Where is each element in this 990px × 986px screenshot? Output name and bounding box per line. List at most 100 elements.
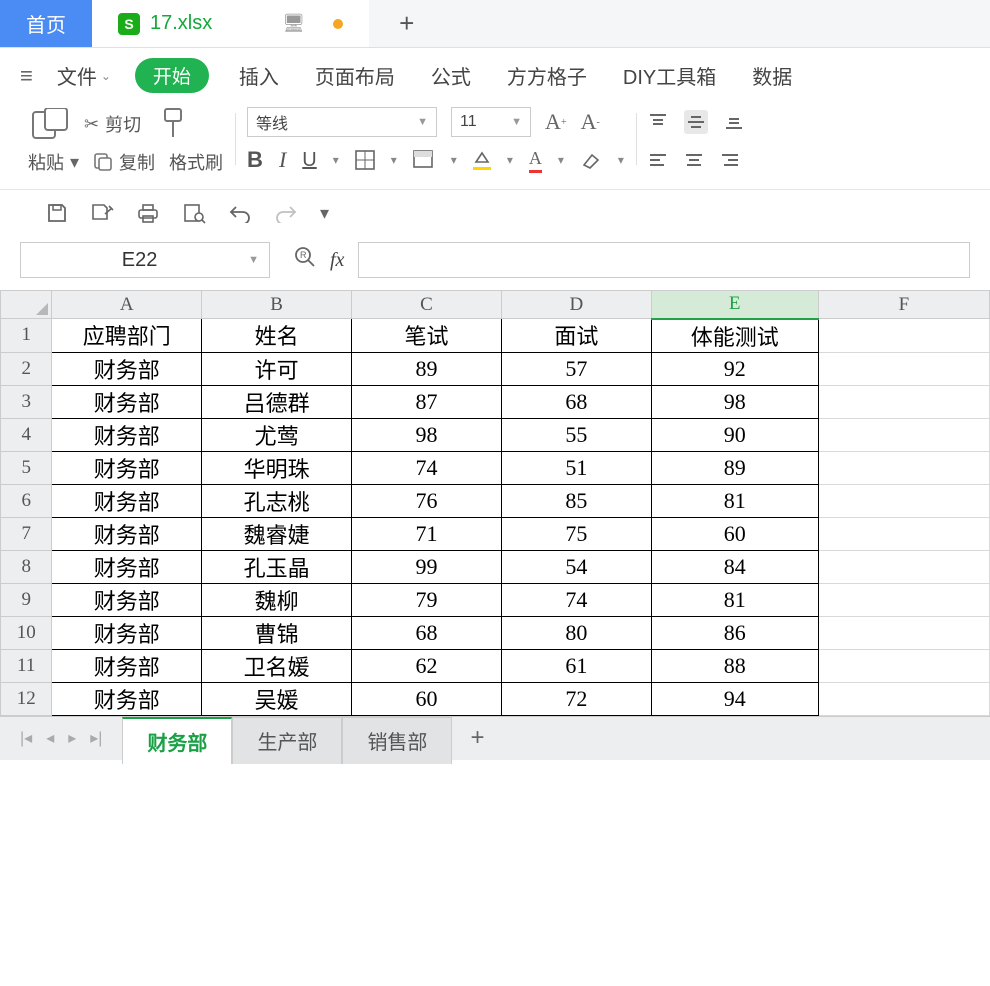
cell[interactable]: 应聘部门	[52, 319, 202, 353]
align-bottom-icon[interactable]	[724, 112, 744, 132]
cell[interactable]: 79	[352, 583, 502, 616]
qat-dropdown-icon[interactable]: ▾	[320, 203, 329, 224]
align-top-icon[interactable]	[648, 112, 668, 132]
cell[interactable]	[818, 616, 989, 649]
format-painter-icon[interactable]	[155, 107, 191, 141]
add-sheet-button[interactable]: +	[470, 724, 484, 752]
save-as-icon[interactable]	[90, 202, 114, 224]
cell[interactable]: 财务部	[52, 385, 202, 418]
decrease-font-icon[interactable]: A-	[581, 109, 600, 135]
print-preview-icon[interactable]	[182, 202, 206, 224]
chevron-down-icon[interactable]: ▾	[391, 153, 397, 167]
row-header[interactable]: 12	[1, 682, 52, 715]
cell[interactable]: 尤莺	[202, 418, 352, 451]
menu-file[interactable]: 文件 ⌄	[57, 61, 111, 90]
cell[interactable]: 60	[651, 517, 818, 550]
cell[interactable]: 85	[501, 484, 651, 517]
cell[interactable]: 88	[651, 649, 818, 682]
cell[interactable]: 55	[501, 418, 651, 451]
cell[interactable]: 68	[352, 616, 502, 649]
cell[interactable]	[818, 418, 989, 451]
cell[interactable]: 87	[352, 385, 502, 418]
increase-font-icon[interactable]: A+	[545, 109, 567, 135]
row-header[interactable]: 3	[1, 385, 52, 418]
formula-input[interactable]	[358, 242, 970, 278]
cell[interactable]	[818, 451, 989, 484]
cell[interactable]: 许可	[202, 352, 352, 385]
cell[interactable]: 财务部	[52, 418, 202, 451]
cell[interactable]	[818, 385, 989, 418]
cell[interactable]: 92	[651, 352, 818, 385]
format-painter-button[interactable]: 格式刷	[169, 149, 223, 175]
cell[interactable]: 68	[501, 385, 651, 418]
cell[interactable]: 51	[501, 451, 651, 484]
chevron-down-icon[interactable]: ▾	[507, 153, 513, 167]
menu-formula[interactable]: 公式	[425, 59, 477, 92]
cell[interactable]: 吴媛	[202, 682, 352, 715]
cell[interactable]	[818, 484, 989, 517]
column-header-B[interactable]: B	[202, 291, 352, 319]
name-box[interactable]: E22 ▼	[20, 242, 270, 278]
cell-style-icon[interactable]	[413, 150, 435, 170]
underline-button[interactable]: U	[302, 149, 316, 172]
cell[interactable]: 72	[501, 682, 651, 715]
menu-page-layout[interactable]: 页面布局	[309, 59, 401, 92]
save-icon[interactable]	[46, 202, 68, 224]
row-header[interactable]: 8	[1, 550, 52, 583]
search-icon[interactable]: R	[294, 246, 316, 274]
cell[interactable]: 面试	[501, 319, 651, 353]
cell[interactable]: 华明珠	[202, 451, 352, 484]
redo-icon[interactable]	[274, 203, 298, 223]
cell[interactable]: 71	[352, 517, 502, 550]
cell[interactable]	[818, 550, 989, 583]
cell[interactable]: 孔玉晶	[202, 550, 352, 583]
align-left-icon[interactable]	[648, 150, 668, 170]
bold-button[interactable]: B	[247, 147, 263, 173]
cell[interactable]: 62	[352, 649, 502, 682]
row-header[interactable]: 9	[1, 583, 52, 616]
column-header-A[interactable]: A	[52, 291, 202, 319]
cell[interactable]: 财务部	[52, 616, 202, 649]
cell[interactable]: 74	[352, 451, 502, 484]
row-header[interactable]: 10	[1, 616, 52, 649]
cell[interactable]: 98	[352, 418, 502, 451]
chevron-down-icon[interactable]: ▾	[333, 153, 339, 167]
sheet-tab[interactable]: 财务部	[122, 717, 232, 764]
menu-diy-toolbox[interactable]: DIY工具箱	[617, 59, 722, 92]
row-header[interactable]: 5	[1, 451, 52, 484]
cell[interactable]: 财务部	[52, 583, 202, 616]
row-header[interactable]: 4	[1, 418, 52, 451]
print-icon[interactable]	[136, 202, 160, 224]
cell[interactable]	[818, 352, 989, 385]
column-header-F[interactable]: F	[818, 291, 989, 319]
cell[interactable]: 姓名	[202, 319, 352, 353]
eraser-icon[interactable]	[580, 151, 602, 169]
select-all-corner[interactable]	[1, 291, 52, 319]
cell[interactable]: 体能测试	[651, 319, 818, 353]
font-name-combo[interactable]: 等线 ▼	[247, 107, 437, 137]
cell[interactable]	[818, 517, 989, 550]
cell[interactable]: 财务部	[52, 649, 202, 682]
cell[interactable]: 财务部	[52, 682, 202, 715]
cell[interactable]: 魏睿婕	[202, 517, 352, 550]
cell[interactable]: 80	[501, 616, 651, 649]
cut-button[interactable]: ✂ 剪切	[84, 111, 141, 137]
cell[interactable]: 吕德群	[202, 385, 352, 418]
fx-label[interactable]: fx	[330, 249, 344, 272]
cell[interactable]: 孔志桃	[202, 484, 352, 517]
row-header[interactable]: 2	[1, 352, 52, 385]
cell[interactable]	[818, 649, 989, 682]
cell[interactable]: 魏柳	[202, 583, 352, 616]
presentation-mode-icon[interactable]: 🖥	[282, 13, 305, 34]
menu-data[interactable]: 数据	[746, 59, 798, 92]
cell[interactable]: 84	[651, 550, 818, 583]
cell[interactable]: 86	[651, 616, 818, 649]
cell[interactable]: 笔试	[352, 319, 502, 353]
cell[interactable]: 61	[501, 649, 651, 682]
cell[interactable]: 57	[501, 352, 651, 385]
sheet-last-icon[interactable]: ▸|	[90, 728, 102, 748]
font-color-icon[interactable]: A	[529, 148, 542, 173]
spreadsheet-grid[interactable]: ABCDEF 1应聘部门姓名笔试面试体能测试2财务部许可8957923财务部吕德…	[0, 290, 990, 716]
chevron-down-icon[interactable]: ▾	[618, 153, 624, 167]
cell[interactable]: 60	[352, 682, 502, 715]
